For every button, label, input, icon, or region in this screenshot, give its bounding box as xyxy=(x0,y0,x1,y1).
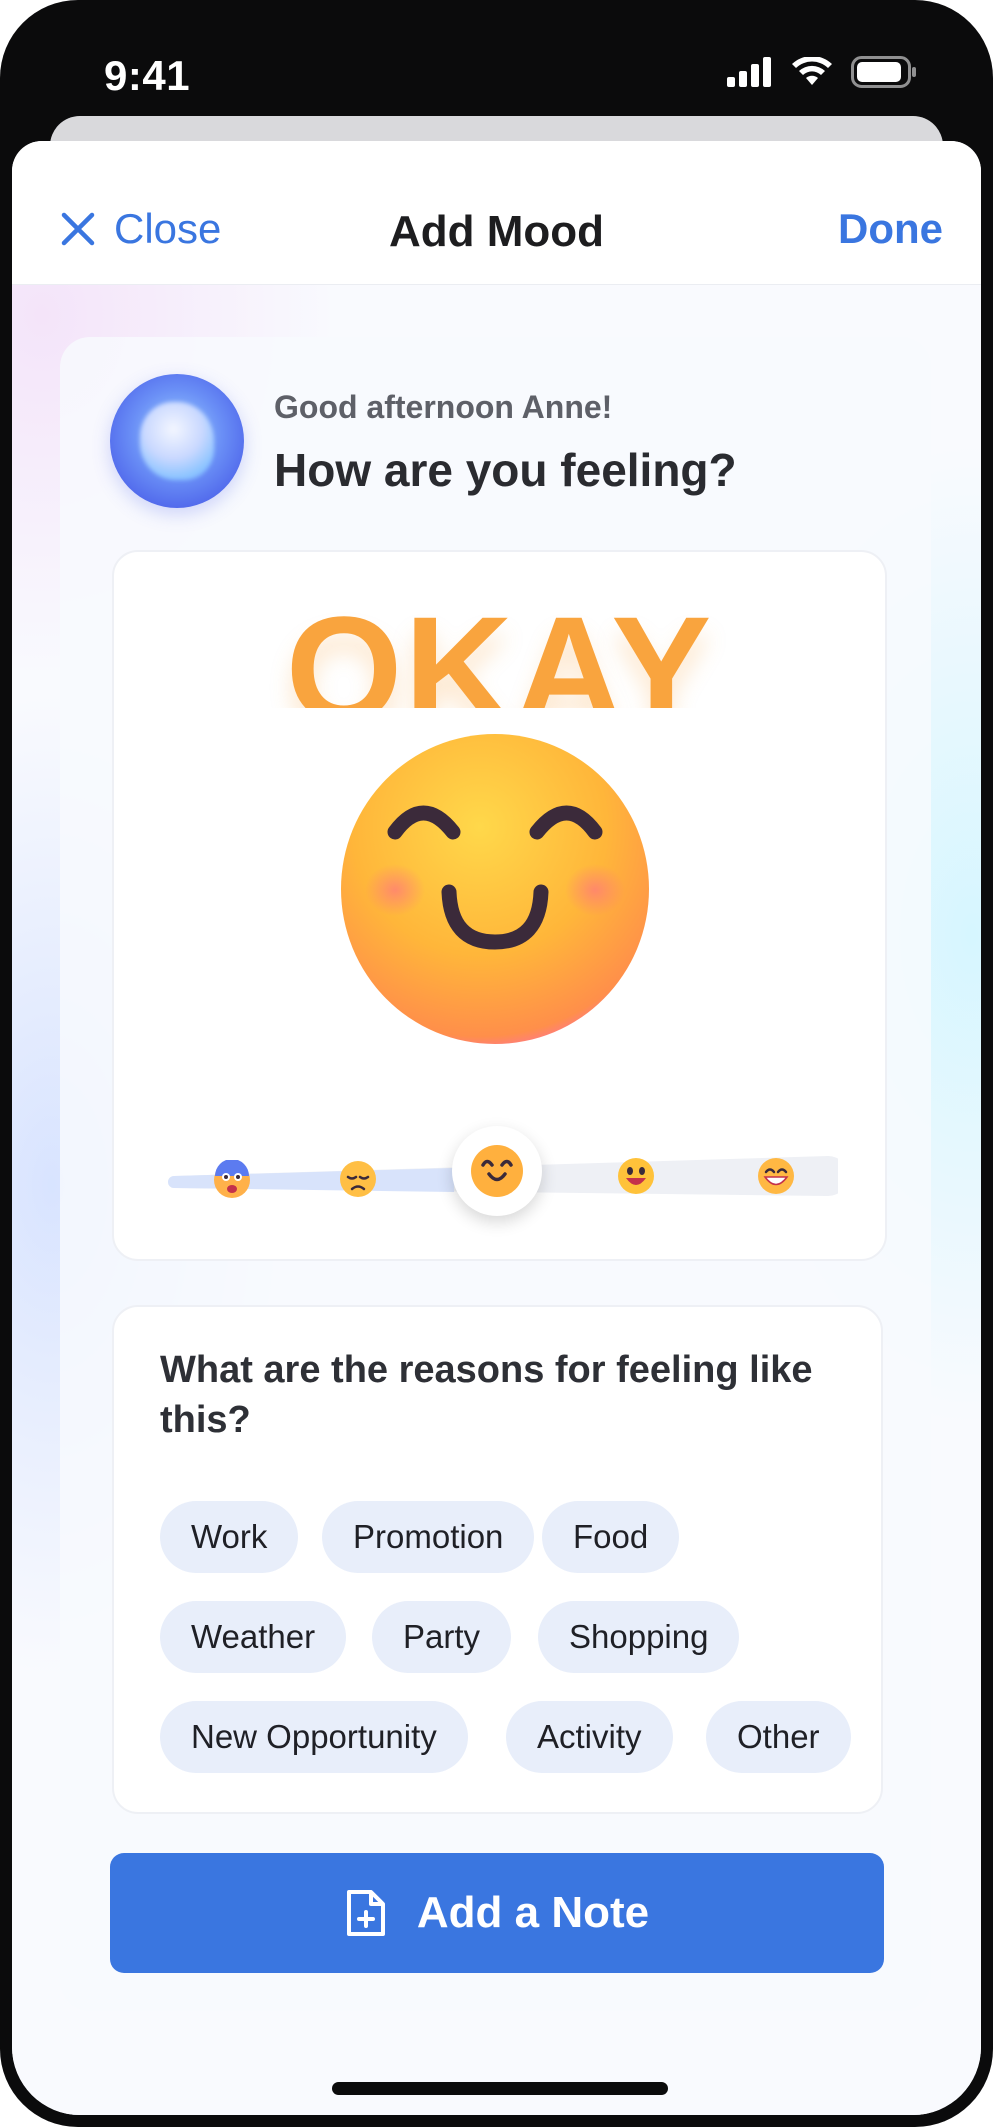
status-icons xyxy=(727,56,917,88)
add-document-icon xyxy=(346,1890,385,1936)
add-note-label: Add a Note xyxy=(416,1888,650,1937)
reason-chip-promotion[interactable]: Promotion xyxy=(322,1501,535,1573)
reason-chip-food[interactable]: Food xyxy=(542,1501,680,1573)
question-text: How are you feeling? xyxy=(274,444,737,496)
smiling-face-icon xyxy=(471,1145,523,1197)
sad-face-icon[interactable] xyxy=(338,1159,378,1199)
cellular-signal-icon xyxy=(727,57,771,87)
reasons-title: What are the reasons for feeling like th… xyxy=(160,1349,813,1441)
mood-label: OKAY xyxy=(285,594,714,708)
nav-bar: Close Add Mood Done xyxy=(12,141,981,285)
grinning-face-icon[interactable] xyxy=(756,1156,796,1196)
greeting-text: Good afternoon Anne! xyxy=(274,389,613,425)
wifi-icon xyxy=(792,57,832,85)
add-note-button[interactable]: Add a Note xyxy=(110,1853,884,1973)
phone-frame: 9:41 Close Add Mood Done Good afternoon … xyxy=(0,0,993,2127)
reason-chip-weather[interactable]: Weather xyxy=(160,1601,347,1673)
avatar-blob xyxy=(140,402,214,480)
page-title: Add Mood xyxy=(388,207,605,256)
done-button[interactable]: Done xyxy=(838,205,943,253)
home-indicator[interactable] xyxy=(332,2082,668,2095)
reasons-card: What are the reasons for feeling like th… xyxy=(112,1305,883,1814)
mood-slider-thumb[interactable] xyxy=(452,1126,542,1216)
battery-icon xyxy=(851,56,916,88)
reason-chip-party[interactable]: Party xyxy=(372,1601,512,1673)
happy-face-icon[interactable] xyxy=(616,1156,656,1196)
avatar xyxy=(110,374,244,508)
reason-chip-other[interactable]: Other xyxy=(706,1701,851,1773)
status-time: 9:41 xyxy=(104,52,191,99)
reason-chip-shopping[interactable]: Shopping xyxy=(538,1601,740,1673)
shocked-face-icon[interactable] xyxy=(212,1160,252,1200)
mood-card: OKAY xyxy=(112,550,887,1261)
smiling-face-icon xyxy=(341,734,649,1044)
reason-chip-new-opportunity[interactable]: New Opportunity xyxy=(160,1701,468,1773)
reason-chip-activity[interactable]: Activity xyxy=(506,1701,673,1773)
add-mood-sheet: Close Add Mood Done Good afternoon Anne!… xyxy=(12,141,981,2115)
reason-chip-work[interactable]: Work xyxy=(160,1501,299,1573)
